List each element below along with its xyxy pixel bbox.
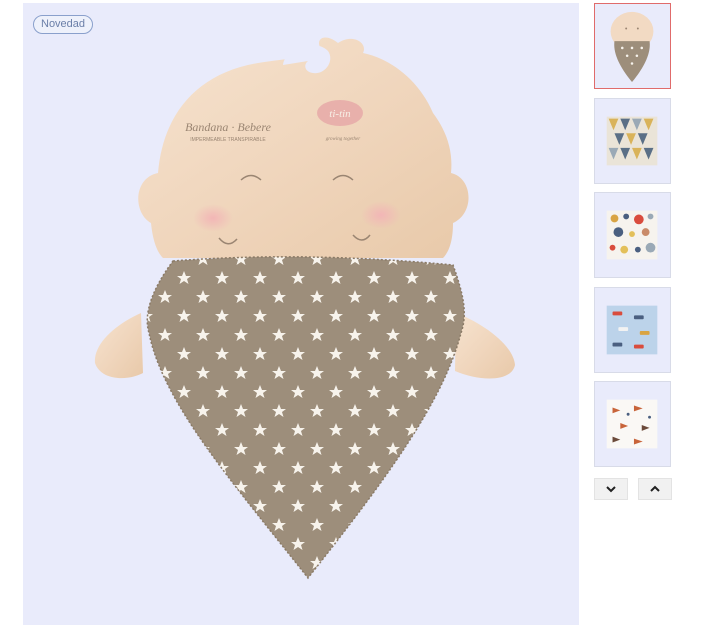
thumbnail-prev-button[interactable] [638,478,672,500]
thumbnail-stars[interactable] [594,3,671,89]
thumbnail-dots[interactable] [594,192,671,278]
thumbnail-image [595,99,670,183]
product-photo: Bandana · Bebere IMPERMEABLE TRANSPIRABL… [94,37,515,580]
chevron-down-icon [606,486,616,493]
main-product-image[interactable]: Bandana · Bebere IMPERMEABLE TRANSPIRABL… [23,3,579,625]
thumbnail-next-button[interactable] [594,478,628,500]
brand-tagline: growing together [326,137,360,142]
novedad-badge: Novedad [33,15,94,34]
card-subtitle: IMPERMEABLE TRANSPIRABLE [190,137,266,143]
thumbnail-cars[interactable] [594,287,671,373]
thumbnail-foxes[interactable] [594,381,671,467]
thumbnail-image [595,193,670,277]
thumbnail-image [595,382,670,466]
chevron-up-icon [650,485,660,492]
brand-logo: ti-tin [329,108,351,120]
thumbnail-image [595,4,670,88]
card-title: Bandana · Bebere [185,120,272,134]
thumbnail-image [595,288,670,372]
thumbnail-triangles[interactable] [594,98,671,184]
